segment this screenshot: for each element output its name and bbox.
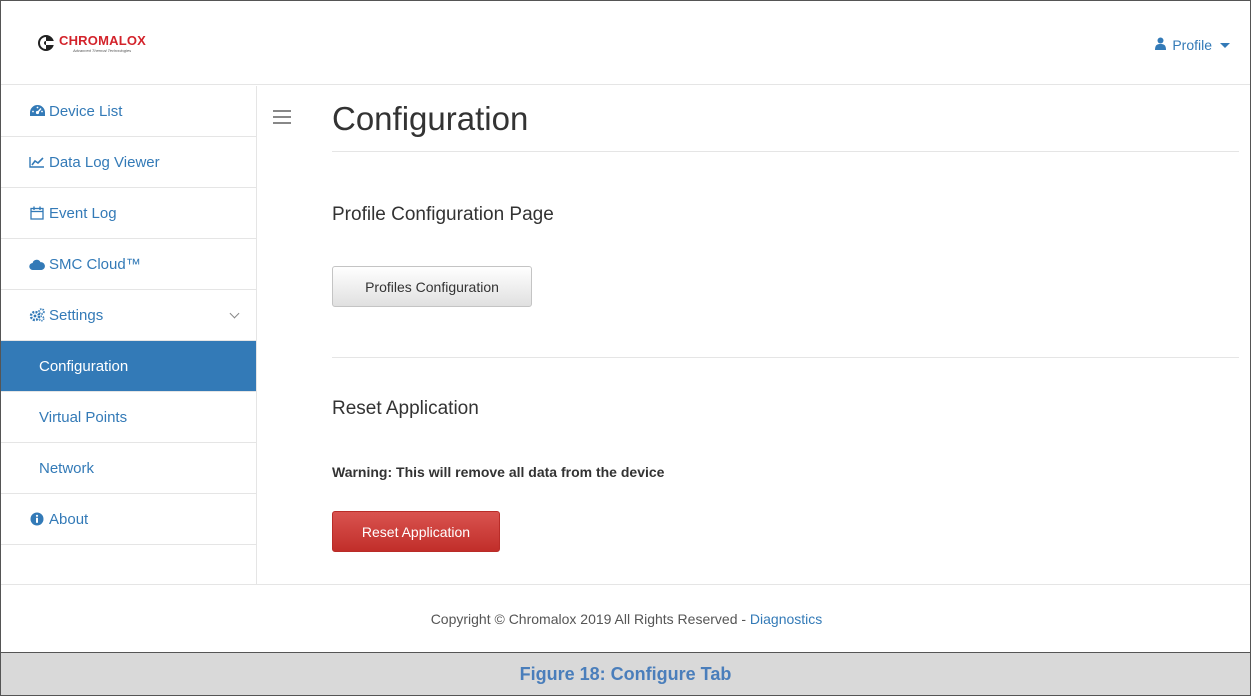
figure-caption-text: Figure 18: Configure Tab bbox=[519, 663, 732, 684]
sidebar-item-label: Device List bbox=[49, 102, 123, 120]
page-title: Configuration bbox=[332, 100, 529, 137]
sidebar-item-settings[interactable]: Settings bbox=[1, 290, 256, 341]
sidebar-item-label: Event Log bbox=[49, 204, 117, 222]
sidebar-item-label: Configuration bbox=[39, 357, 129, 375]
profile-label: Profile bbox=[1172, 37, 1212, 53]
divider bbox=[332, 151, 1239, 152]
sidebar-item-label: Network bbox=[39, 459, 95, 477]
chromalox-logo[interactable]: CHROMALOX Advanced Thermal Technologies bbox=[37, 34, 146, 53]
sidebar-item-smc-cloud[interactable]: SMC Cloud™ bbox=[1, 239, 256, 290]
reset-section-heading: Reset Application bbox=[332, 398, 479, 419]
user-icon bbox=[1155, 37, 1167, 53]
reset-application-button[interactable]: Reset Application bbox=[332, 511, 500, 552]
footer: Copyright © Chromalox 2019 All Rights Re… bbox=[1, 611, 1251, 627]
chevron-down-icon bbox=[229, 308, 240, 319]
profile-dropdown[interactable]: Profile bbox=[1155, 37, 1230, 53]
caret-down-icon bbox=[1220, 42, 1230, 48]
sidebar-item-data-log-viewer[interactable]: Data Log Viewer bbox=[1, 137, 256, 188]
app-window: CHROMALOX Advanced Thermal Technologies … bbox=[0, 0, 1251, 652]
reset-warning-text: Warning: This will remove all data from … bbox=[332, 464, 665, 480]
logo-tagline: Advanced Thermal Technologies bbox=[73, 48, 132, 53]
sidebar-item-label: SMC Cloud™ bbox=[49, 255, 141, 273]
divider bbox=[332, 357, 1239, 358]
hamburger-menu-icon[interactable] bbox=[273, 110, 291, 124]
copyright-text: Copyright © Chromalox 2019 All Rights Re… bbox=[430, 611, 750, 627]
sidebar-item-event-log[interactable]: Event Log bbox=[1, 188, 256, 239]
sidebar-item-about[interactable]: About bbox=[1, 494, 256, 545]
sidebar-item-label: Virtual Points bbox=[39, 408, 128, 426]
sidebar-item-configuration[interactable]: Configuration bbox=[1, 341, 256, 392]
sidebar-item-virtual-points[interactable]: Virtual Points bbox=[1, 392, 256, 443]
navbar: CHROMALOX Advanced Thermal Technologies … bbox=[1, 1, 1250, 85]
sidebar: Device List Data Log Viewer Event Log SM… bbox=[1, 86, 257, 584]
diagnostics-link[interactable]: Diagnostics bbox=[750, 611, 822, 627]
sidebar-item-label: Settings bbox=[49, 306, 104, 324]
profiles-configuration-button[interactable]: Profiles Configuration bbox=[332, 266, 532, 307]
sidebar-item-label: Data Log Viewer bbox=[49, 153, 160, 171]
figure-caption: Figure 18: Configure Tab bbox=[0, 652, 1251, 696]
sidebar-item-label: About bbox=[49, 510, 89, 528]
sidebar-item-device-list[interactable]: Device List bbox=[1, 86, 256, 137]
profile-section-heading: Profile Configuration Page bbox=[332, 204, 554, 225]
dashboard-icon bbox=[29, 104, 45, 118]
footer-divider bbox=[1, 584, 1250, 585]
line-chart-icon bbox=[29, 155, 45, 169]
sidebar-item-network[interactable]: Network bbox=[1, 443, 256, 494]
chromalox-logo-icon bbox=[37, 34, 55, 52]
logo-name: CHROMALOX bbox=[59, 33, 147, 48]
info-circle-icon bbox=[29, 512, 45, 526]
cogs-icon bbox=[29, 308, 45, 322]
calendar-icon bbox=[29, 206, 45, 220]
cloud-icon bbox=[29, 257, 45, 271]
